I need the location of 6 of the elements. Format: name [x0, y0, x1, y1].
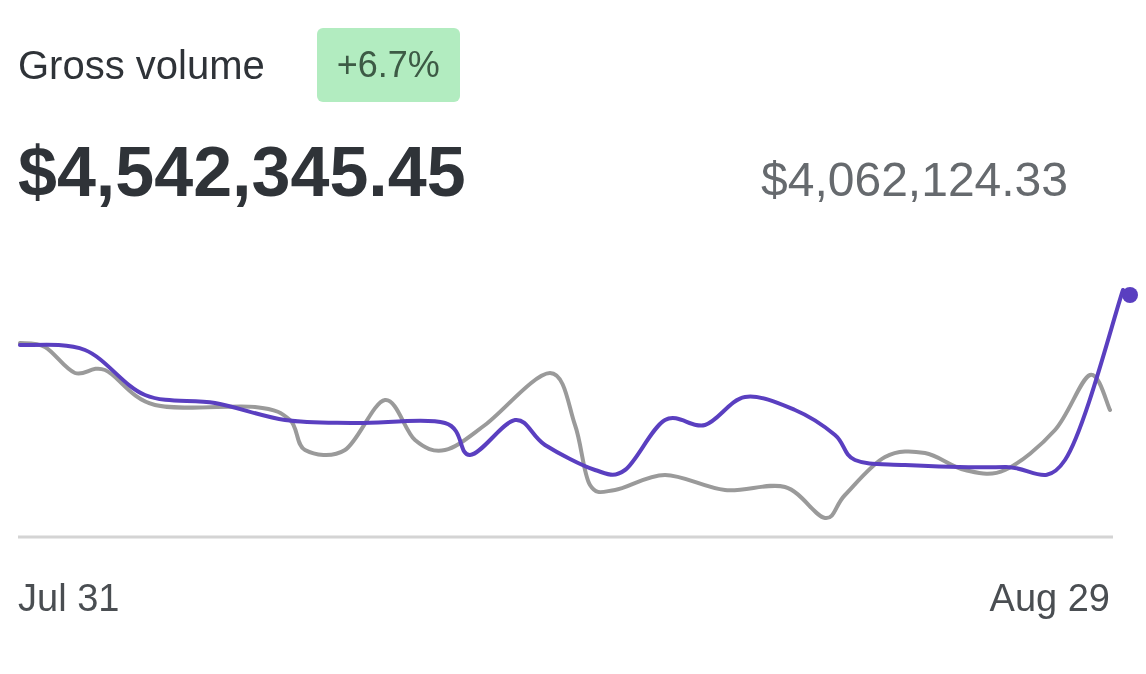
axis-label: Jul 31: [18, 576, 120, 621]
change-badge: +6.7%: [316, 28, 460, 102]
widget-title: Gross volume: [18, 42, 265, 89]
previous-value: $4,062,124.33: [761, 152, 1068, 208]
axis-label: Aug 29: [989, 576, 1110, 621]
current-value: $4,542,345.45: [18, 132, 466, 213]
